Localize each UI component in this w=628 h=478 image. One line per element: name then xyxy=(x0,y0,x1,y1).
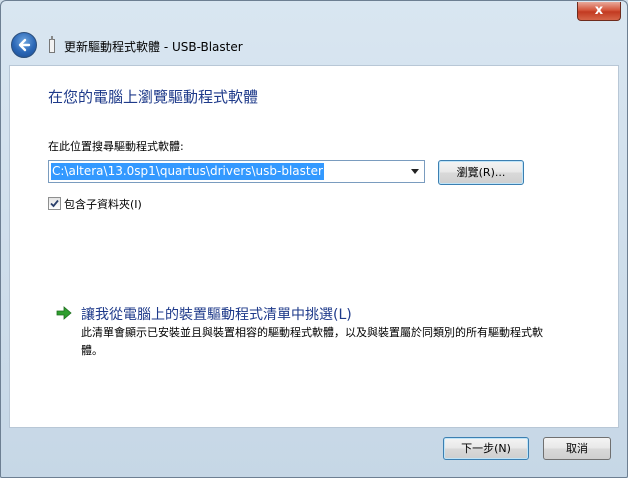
dialog-header: 更新驅動程式軟體 - USB-Blaster xyxy=(1,27,627,65)
chevron-down-icon[interactable] xyxy=(411,169,419,174)
content-panel: 在您的電腦上瀏覽驅動程式軟體 在此位置搜尋驅動程式軟體: C:\altera\1… xyxy=(9,65,619,428)
green-arrow-icon[interactable] xyxy=(56,306,72,320)
search-location-label: 在此位置搜尋驅動程式軟體: xyxy=(48,140,184,153)
dialog-window: x 更新驅動程式軟體 - USB-Blaster 在您的電腦上瀏覽驅動程式軟體 … xyxy=(0,0,628,478)
checkmark-icon xyxy=(50,199,59,208)
next-button[interactable]: 下一步(N) xyxy=(443,437,529,460)
pick-from-list-link[interactable]: 讓我從電腦上的裝置驅動程式清單中挑選(L) xyxy=(81,304,352,324)
window-title: 更新驅動程式軟體 - USB-Blaster xyxy=(64,40,243,54)
page-heading: 在您的電腦上瀏覽驅動程式軟體 xyxy=(48,88,259,106)
path-input-value[interactable]: C:\altera\13.0sp1\quartus\drivers\usb-bl… xyxy=(51,163,324,180)
back-arrow-icon xyxy=(18,38,31,52)
pick-from-list-description: 此清單會顯示已安裝並且與裝置相容的驅動程式軟體，以及與裝置屬於同類別的所有驅動程… xyxy=(81,326,543,357)
back-button[interactable] xyxy=(11,32,37,58)
cancel-button[interactable]: 取消 xyxy=(543,437,611,460)
include-subfolders-checkbox[interactable] xyxy=(48,197,61,210)
close-button[interactable]: x xyxy=(577,2,621,21)
close-icon: x xyxy=(594,3,604,18)
path-combobox[interactable]: C:\altera\13.0sp1\quartus\drivers\usb-bl… xyxy=(48,160,425,183)
include-subfolders-label[interactable]: 包含子資料夾(I) xyxy=(64,196,142,212)
browse-button[interactable]: 瀏覽(R)... xyxy=(438,160,524,185)
usb-device-icon xyxy=(49,36,55,53)
